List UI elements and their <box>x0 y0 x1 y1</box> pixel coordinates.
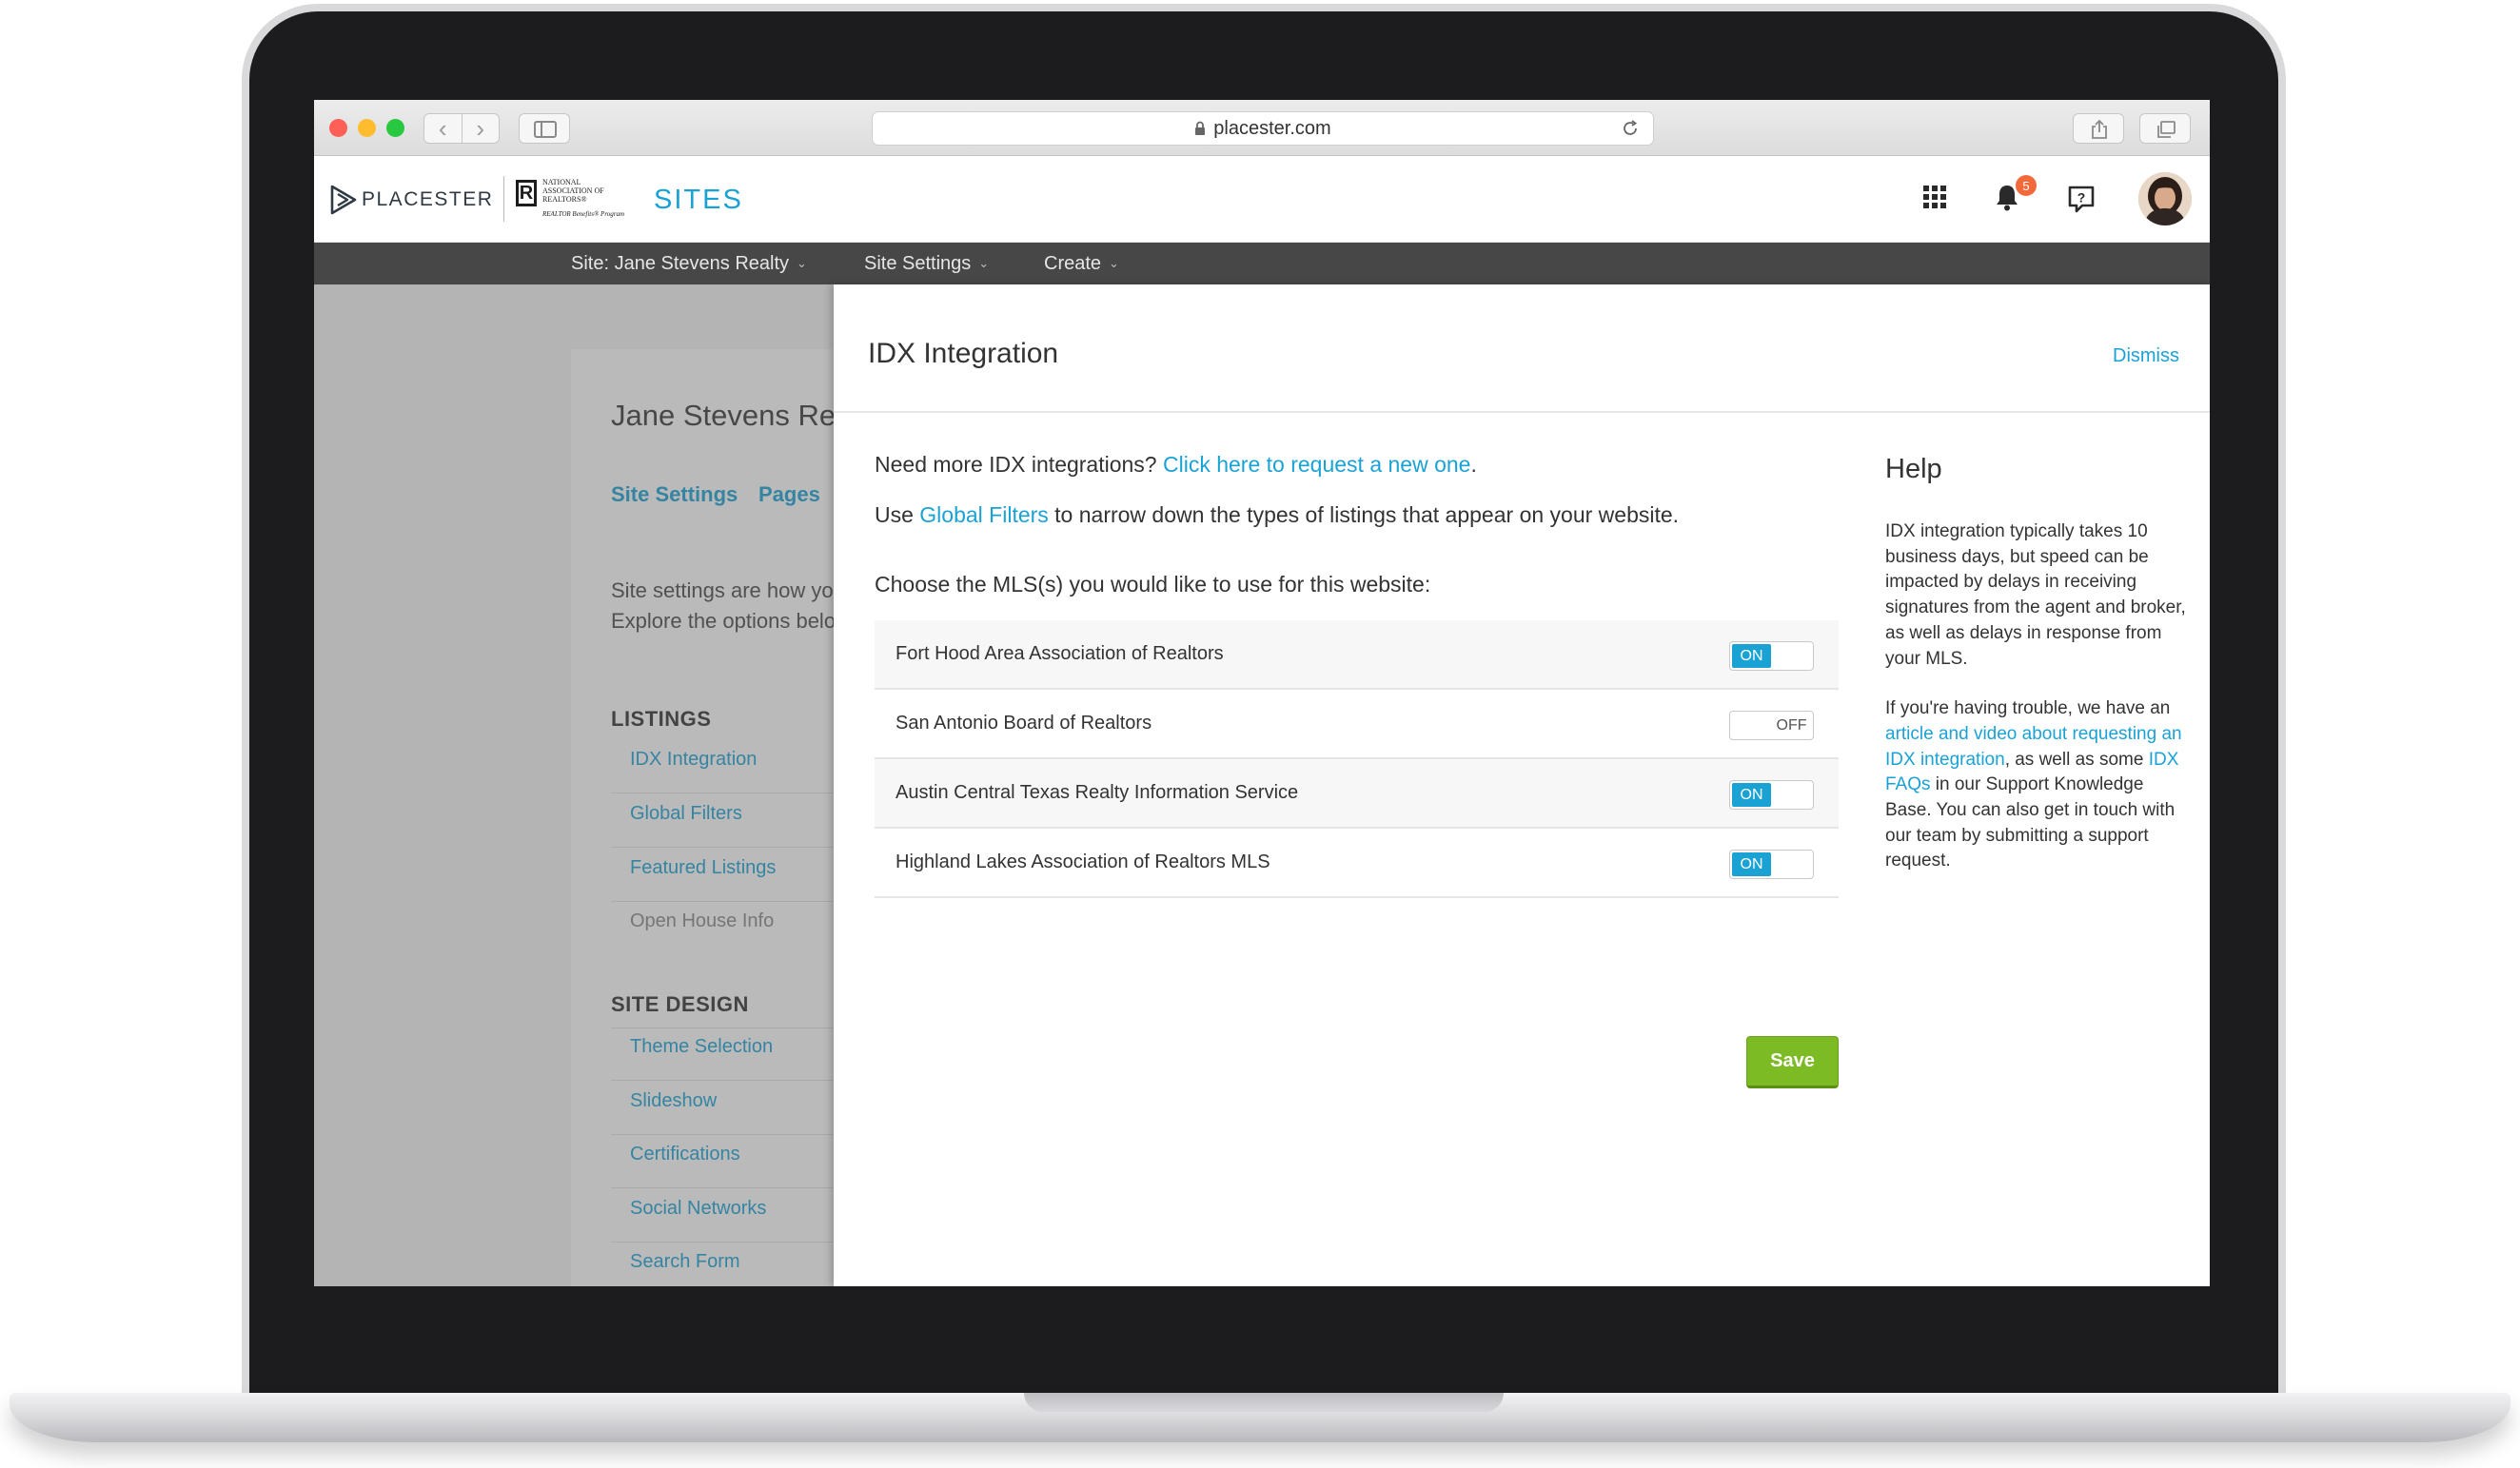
url-text: placester.com <box>1213 117 1331 139</box>
list-item: Fort Hood Area Association of Realtors O… <box>875 620 1839 690</box>
panel-title: IDX Integration <box>868 338 1059 369</box>
browser-toolbar: ‹ › placester.com <box>314 100 2210 156</box>
address-bar[interactable]: placester.com <box>872 111 1654 146</box>
grid-icon[interactable] <box>1922 185 1947 209</box>
mls-toggle[interactable]: OFF <box>1729 711 1814 740</box>
toggle-state: ON <box>1732 852 1771 876</box>
mls-name: San Antonio Board of Realtors <box>896 713 1152 734</box>
list-item: San Antonio Board of Realtors OFF <box>875 690 1839 759</box>
mls-name: Fort Hood Area Association of Realtors <box>896 643 1224 664</box>
list-item: Austin Central Texas Realty Information … <box>875 759 1839 829</box>
svg-text:?: ? <box>2077 190 2086 206</box>
screen: ‹ › placester.com PLACESTER R NATIONAL A… <box>314 100 2210 1286</box>
site-settings-menu[interactable]: Site Settings ⌄ <box>864 243 989 284</box>
history-nav: ‹ › <box>423 113 500 144</box>
dismiss-link[interactable]: Dismiss <box>2113 345 2179 367</box>
reload-icon[interactable] <box>1621 119 1640 144</box>
lock-icon <box>1194 121 1206 136</box>
placester-play-icon <box>330 185 357 215</box>
mls-toggle[interactable]: ON <box>1729 780 1814 810</box>
choose-mls-label: Choose the MLS(s) you would like to use … <box>875 572 1431 597</box>
request-integration-link[interactable]: Click here to request a new one <box>1163 452 1470 477</box>
global-filters-text: Use Global Filters to narrow down the ty… <box>875 502 1680 527</box>
avatar[interactable] <box>2138 172 2192 225</box>
mls-name: Highland Lakes Association of Realtors M… <box>896 851 1270 872</box>
notification-badge: 5 <box>2016 175 2037 196</box>
list-item: Highland Lakes Association of Realtors M… <box>875 829 1839 898</box>
sidebar-icon <box>534 121 557 138</box>
tabs-icon <box>2157 121 2175 138</box>
toggle-state: ON <box>1732 644 1771 668</box>
global-filters-link[interactable]: Global Filters <box>919 502 1048 527</box>
chevron-down-icon: ⌄ <box>797 256 807 270</box>
create-menu[interactable]: Create ⌄ <box>1044 243 1119 284</box>
site-nav-bar: Site: Jane Stevens Realty ⌄ Site Settings… <box>314 243 2210 284</box>
site-selector[interactable]: Site: Jane Stevens Realty ⌄ <box>571 243 807 284</box>
share-button[interactable] <box>2073 113 2124 144</box>
app-header: PLACESTER R National Association of Real… <box>314 156 2210 243</box>
realtor-r-icon: R <box>516 180 537 206</box>
toggle-state: ON <box>1732 783 1771 807</box>
request-integration-text: Need more IDX integrations? Click here t… <box>875 452 1477 477</box>
back-button[interactable]: ‹ <box>424 114 462 143</box>
chevron-left-icon: ‹ <box>438 114 447 143</box>
window-minimize-button[interactable] <box>358 119 376 137</box>
nar-tagline: REALTOR Benefits® Program <box>542 210 625 218</box>
help-text: IDX integration typically takes 10 busin… <box>1885 519 2188 874</box>
save-button[interactable]: Save <box>1746 1036 1839 1088</box>
panel-divider <box>834 411 2210 413</box>
window-close-button[interactable] <box>329 119 347 137</box>
nar-name: National Association of Realtors® <box>542 178 604 204</box>
chevron-down-icon: ⌄ <box>1109 256 1119 270</box>
tab-overview-button[interactable] <box>2139 113 2191 144</box>
brand-name: PLACESTER <box>362 188 494 210</box>
mls-name: Austin Central Texas Realty Information … <box>896 782 1299 803</box>
help-paragraph: If you're having trouble, we have an art… <box>1885 698 2182 871</box>
chevron-right-icon: › <box>476 114 485 143</box>
modal-backdrop[interactable] <box>314 284 834 1286</box>
laptop-base-notch <box>1024 1393 1504 1412</box>
mls-toggle[interactable]: ON <box>1729 641 1814 671</box>
help-paragraph: IDX integration typically takes 10 busin… <box>1885 521 2186 669</box>
mls-toggle[interactable]: ON <box>1729 850 1814 879</box>
help-title: Help <box>1885 454 1942 484</box>
idx-integration-panel: IDX Integration Dismiss Need more IDX in… <box>834 284 2210 1286</box>
chevron-down-icon: ⌄ <box>978 256 990 270</box>
toggle-state: OFF <box>1776 716 1807 734</box>
share-icon <box>2092 119 2107 139</box>
sidebar-toggle-button[interactable] <box>519 113 570 144</box>
help-chat-icon[interactable]: ? <box>2067 185 2096 213</box>
forward-button[interactable]: › <box>461 114 500 143</box>
brand-divider <box>503 176 504 222</box>
window-zoom-button[interactable] <box>386 119 404 137</box>
mls-list: Fort Hood Area Association of Realtors O… <box>875 620 1839 898</box>
product-name[interactable]: SITES <box>654 185 743 216</box>
